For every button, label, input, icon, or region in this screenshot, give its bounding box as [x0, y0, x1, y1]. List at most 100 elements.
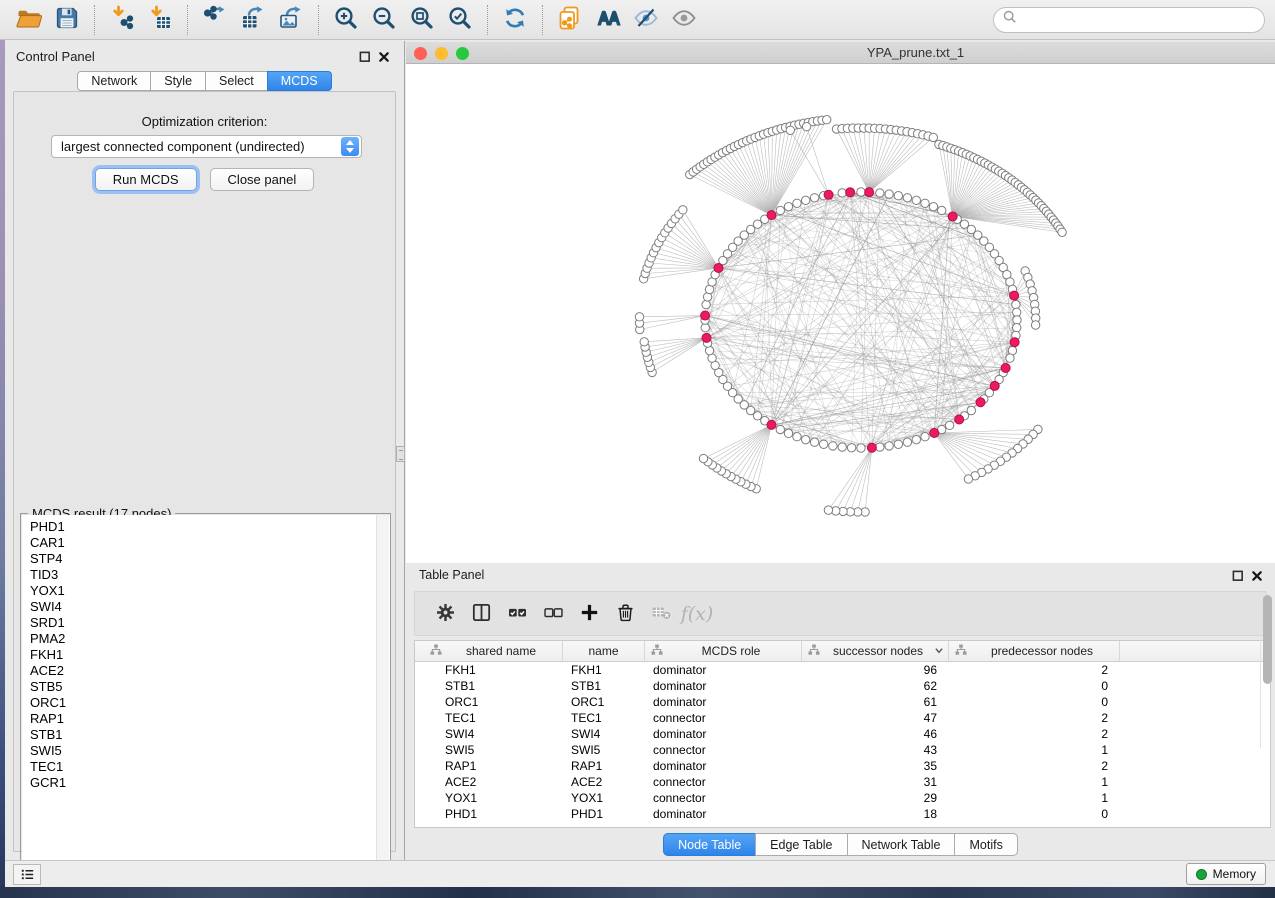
- table-row[interactable]: RAP1RAP1dominator352: [415, 758, 1270, 774]
- mcds-result-item[interactable]: ACE2: [22, 663, 390, 679]
- graph-node[interactable]: [921, 433, 929, 441]
- graph-node[interactable]: [903, 194, 911, 202]
- mcds-hub-node[interactable]: [976, 398, 985, 407]
- tab-network[interactable]: Network: [77, 71, 151, 91]
- run-mcds-button[interactable]: Run MCDS: [95, 168, 197, 191]
- graph-node[interactable]: [1013, 316, 1021, 324]
- delete-button[interactable]: [607, 596, 643, 632]
- table-row[interactable]: FKH1FKH1dominator962: [415, 662, 1270, 678]
- graph-node[interactable]: [802, 122, 810, 130]
- show-columns-button[interactable]: [463, 596, 499, 632]
- panel-divider-handle[interactable]: [396, 446, 405, 462]
- mcds-result-item[interactable]: CAR1: [22, 535, 390, 551]
- mcds-hub-node[interactable]: [846, 188, 855, 197]
- mcds-hub-node[interactable]: [955, 415, 964, 424]
- network-graph[interactable]: [406, 64, 1275, 563]
- graph-node[interactable]: [964, 475, 972, 483]
- graph-node[interactable]: [945, 421, 953, 429]
- graph-node[interactable]: [824, 506, 832, 514]
- tab-select[interactable]: Select: [205, 71, 268, 91]
- table-row[interactable]: PHD1PHD1dominator180: [415, 806, 1270, 822]
- mcds-hub-node[interactable]: [767, 211, 776, 220]
- graph-node[interactable]: [876, 189, 884, 197]
- float-panel-icon[interactable]: [359, 50, 371, 68]
- mcds-result-item[interactable]: RAP1: [22, 711, 390, 727]
- close-panel-button[interactable]: Close panel: [210, 168, 315, 191]
- column-header-name[interactable]: name: [563, 641, 645, 661]
- mcds-hub-node[interactable]: [948, 212, 957, 221]
- mcds-result-item[interactable]: FKH1: [22, 647, 390, 663]
- mcds-result-item[interactable]: ORC1: [22, 695, 390, 711]
- zoom-out-button[interactable]: [367, 3, 401, 37]
- mcds-result-item[interactable]: TID3: [22, 567, 390, 583]
- result-list-scrollbar[interactable]: [376, 515, 389, 879]
- mcds-result-item[interactable]: STB1: [22, 727, 390, 743]
- graph-node[interactable]: [838, 189, 846, 197]
- table-row[interactable]: ACE2ACE2connector311: [415, 774, 1270, 790]
- import-network-button[interactable]: [105, 3, 139, 37]
- memory-button[interactable]: Memory: [1186, 863, 1266, 885]
- graph-node[interactable]: [705, 346, 713, 354]
- graph-node[interactable]: [938, 206, 946, 214]
- graph-node[interactable]: [903, 438, 911, 446]
- add-button[interactable]: [571, 596, 607, 632]
- table-row[interactable]: STB1STB1dominator620: [415, 678, 1270, 694]
- mcds-result-item[interactable]: SWI4: [22, 599, 390, 615]
- graph-node[interactable]: [1006, 354, 1014, 362]
- settings-gear-button[interactable]: [427, 596, 463, 632]
- mcds-hub-node[interactable]: [930, 429, 939, 438]
- table-row[interactable]: SWI5SWI5connector431: [415, 742, 1270, 758]
- mcds-hub-node[interactable]: [1010, 338, 1019, 347]
- column-header-shared-name[interactable]: shared name: [424, 641, 563, 661]
- export-image-button[interactable]: [274, 3, 308, 37]
- zoom-fit-button[interactable]: [405, 3, 439, 37]
- table-scrollbar[interactable]: [1260, 590, 1272, 748]
- column-header-successor-nodes[interactable]: successor nodes: [802, 641, 949, 661]
- graph-node[interactable]: [885, 442, 893, 450]
- graph-node[interactable]: [1013, 308, 1021, 316]
- close-panel-icon[interactable]: [1251, 569, 1263, 587]
- graph-node[interactable]: [829, 442, 837, 450]
- graph-node[interactable]: [702, 300, 710, 308]
- table-row[interactable]: ORC1ORC1dominator610: [415, 694, 1270, 710]
- import-table-button[interactable]: [143, 3, 177, 37]
- graph-node[interactable]: [1031, 321, 1039, 329]
- graph-node[interactable]: [699, 454, 707, 462]
- task-history-button[interactable]: [13, 864, 41, 885]
- graph-node[interactable]: [801, 196, 809, 204]
- clone-network-button[interactable]: [553, 3, 587, 37]
- mcds-result-item[interactable]: PMA2: [22, 631, 390, 647]
- table-row[interactable]: YOX1YOX1connector291: [415, 790, 1270, 806]
- mcds-hub-node[interactable]: [701, 311, 710, 320]
- graph-node[interactable]: [786, 126, 794, 134]
- save-session-button[interactable]: [50, 3, 84, 37]
- graph-node[interactable]: [784, 202, 792, 210]
- network-canvas[interactable]: [406, 64, 1275, 563]
- graph-node[interactable]: [793, 433, 801, 441]
- mcds-result-item[interactable]: YOX1: [22, 583, 390, 599]
- tab-edge-table[interactable]: Edge Table: [755, 833, 847, 856]
- search-input[interactable]: [1022, 10, 1255, 30]
- graph-node[interactable]: [929, 133, 937, 141]
- mcds-result-list[interactable]: PHD1CAR1STP4TID3YOX1SWI4SRD1PMA2FKH1ACE2…: [22, 515, 390, 879]
- graph-node[interactable]: [857, 444, 865, 452]
- graph-node[interactable]: [701, 324, 709, 332]
- graph-node[interactable]: [1058, 228, 1066, 236]
- zoom-in-button[interactable]: [329, 3, 363, 37]
- export-network-button[interactable]: [198, 3, 232, 37]
- graph-node[interactable]: [838, 443, 846, 451]
- refresh-layout-button[interactable]: [498, 3, 532, 37]
- close-panel-icon[interactable]: [378, 50, 390, 68]
- open-session-button[interactable]: [12, 3, 46, 37]
- graph-node[interactable]: [776, 206, 784, 214]
- graph-node[interactable]: [894, 192, 902, 200]
- zoom-selected-button[interactable]: [443, 3, 477, 37]
- mcds-hub-node[interactable]: [1001, 363, 1010, 372]
- hide-selected-button[interactable]: [629, 3, 663, 37]
- column-header-mcds-role[interactable]: MCDS role: [645, 641, 802, 661]
- mcds-hub-node[interactable]: [1010, 291, 1019, 300]
- graph-node[interactable]: [784, 429, 792, 437]
- graph-node[interactable]: [635, 313, 643, 321]
- export-table-button[interactable]: [236, 3, 270, 37]
- graph-node[interactable]: [801, 435, 809, 443]
